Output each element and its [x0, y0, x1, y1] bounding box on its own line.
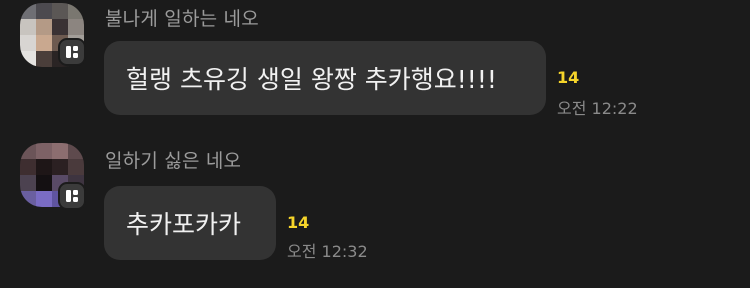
sender-name: 일하기 싫은 네오 — [105, 150, 242, 172]
sender-name: 불나게 일하는 네오 — [105, 8, 259, 30]
message-time: 오전 12:32 — [287, 242, 368, 261]
multi-profile-badge — [58, 182, 86, 210]
multi-profile-badge — [58, 38, 86, 66]
message-bubble[interactable]: 추카포카카 — [104, 186, 276, 260]
unread-count: 14 — [287, 213, 310, 232]
multi-profile-icon — [66, 46, 78, 58]
message-text: 헐랭 츠유깅 생일 왕짱 추카행요!!!! — [126, 65, 497, 94]
message-bubble[interactable]: 헐랭 츠유깅 생일 왕짱 추카행요!!!! — [104, 41, 546, 115]
multi-profile-icon — [66, 190, 78, 202]
message-text: 추카포카카 — [126, 210, 242, 239]
message-time: 오전 12:22 — [557, 99, 638, 118]
unread-count: 14 — [557, 68, 580, 87]
